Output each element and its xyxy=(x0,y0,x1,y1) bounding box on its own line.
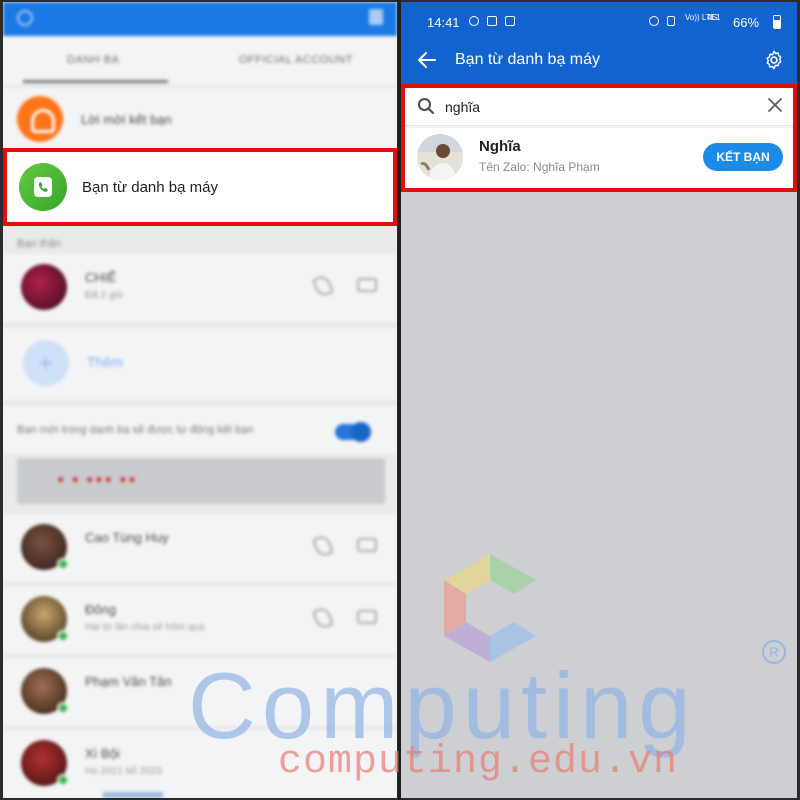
invite-row[interactable]: Thêm xyxy=(3,328,397,400)
contact-status: Đã 2 giờ xyxy=(85,290,124,301)
emoji-icons: ● ● ●●● ●● xyxy=(57,472,138,486)
contact-name: CHIẾ xyxy=(85,270,117,285)
tab-contacts[interactable]: DANH BẠ xyxy=(67,54,119,66)
messenger-icon xyxy=(469,16,479,26)
friend-requests-row[interactable]: Lời mời kết bạn xyxy=(3,88,397,150)
gear-icon[interactable] xyxy=(763,49,785,71)
friend-request-icon xyxy=(17,96,63,142)
list-item[interactable]: Cao Tùng Huy xyxy=(3,514,397,582)
alarm-icon xyxy=(649,16,659,26)
contacts-tabs: DANH BẠ OFFICIAL ACCOUNT xyxy=(3,36,397,84)
battery-level: 66% xyxy=(733,15,760,30)
search-input[interactable] xyxy=(445,95,745,119)
bottom-nav-hint xyxy=(103,792,163,798)
video-icon[interactable] xyxy=(357,538,377,552)
gallery-icon xyxy=(505,16,515,26)
section-heading: Bạn thân xyxy=(17,238,62,250)
search-bar xyxy=(405,88,793,126)
phone-contacts-row[interactable]: Bạn từ danh bạ máy xyxy=(3,148,397,226)
avatar-photo xyxy=(417,134,463,180)
search-icon[interactable] xyxy=(17,10,33,26)
video-icon[interactable] xyxy=(357,278,377,292)
contact-status: Hai từ lần chia sẻ hôm qua xyxy=(85,622,205,633)
add-icon xyxy=(23,340,69,386)
search-result-highlight: Nghĩa Tên Zalo: Nghĩa Phạm KẾT BẠN xyxy=(401,84,797,192)
instagram-icon xyxy=(487,16,497,26)
contact-name: Xì Bội xyxy=(85,746,120,761)
online-indicator xyxy=(57,702,69,714)
suggestion-banner[interactable]: ● ● ●●● ●● xyxy=(17,458,385,504)
contact-status: Họ 2021 bổ 2023 xyxy=(85,766,162,777)
watermark-logo xyxy=(444,554,536,662)
friend-requests-label: Lời mời kết bạn xyxy=(81,112,172,127)
tab-official-account[interactable]: OFFICIAL ACCOUNT xyxy=(239,54,353,66)
mute-icon xyxy=(667,16,675,26)
close-icon[interactable] xyxy=(767,97,783,113)
back-arrow-icon[interactable] xyxy=(417,50,437,70)
contact-name: Cao Tùng Huy xyxy=(85,530,169,545)
result-name: Nghĩa xyxy=(479,138,521,155)
active-tab-indicator xyxy=(23,80,168,83)
edit-icon[interactable] xyxy=(369,9,383,25)
list-item[interactable]: Đông Hai từ lần chia sẻ hôm qua xyxy=(3,586,397,654)
search-icon xyxy=(418,98,434,114)
phone-icon[interactable] xyxy=(312,605,334,631)
invite-label: Thêm xyxy=(87,354,123,370)
video-icon[interactable] xyxy=(357,610,377,624)
online-indicator xyxy=(57,774,69,786)
watermark-url: computing.edu.vn xyxy=(278,740,679,785)
app-bar: Bạn từ danh bạ máy xyxy=(401,36,797,84)
contact-name: Phạm Văn Tân xyxy=(85,674,172,689)
phone-contacts-label: Bạn từ danh bạ máy xyxy=(82,179,218,196)
page-title: Bạn từ danh bạ máy xyxy=(455,51,601,68)
auto-add-toggle[interactable] xyxy=(335,422,371,442)
list-item[interactable]: CHIẾ Đã 2 giờ xyxy=(3,254,397,322)
battery-icon xyxy=(773,15,781,29)
online-indicator xyxy=(57,558,69,570)
list-item[interactable]: Nghĩa Tên Zalo: Nghĩa Phạm KẾT BẠN xyxy=(405,128,793,188)
phone-icon[interactable] xyxy=(312,273,334,299)
phone-icon xyxy=(34,177,52,197)
status-time: 14:41 xyxy=(427,15,460,30)
result-subtitle: Tên Zalo: Nghĩa Phạm xyxy=(479,160,600,174)
phone-contacts-icon xyxy=(19,163,67,211)
status-bar: 14:41 Vo)) LTE1 4G 66% xyxy=(401,2,797,36)
left-top-bar xyxy=(3,2,397,36)
online-indicator xyxy=(57,630,69,642)
signal-label: 4G xyxy=(707,13,718,22)
auto-add-toggle-row: Bạn mới trong danh bạ sẽ được tự động kế… xyxy=(3,406,397,454)
avatar xyxy=(417,134,463,180)
phone-icon[interactable] xyxy=(312,533,334,559)
add-friend-button[interactable]: KẾT BẠN xyxy=(703,143,783,171)
contact-name: Đông xyxy=(85,602,117,617)
toggle-label: Bạn mới trong danh bạ sẽ được tự động kế… xyxy=(17,424,254,436)
avatar xyxy=(21,264,67,310)
registered-mark: R xyxy=(762,640,786,664)
